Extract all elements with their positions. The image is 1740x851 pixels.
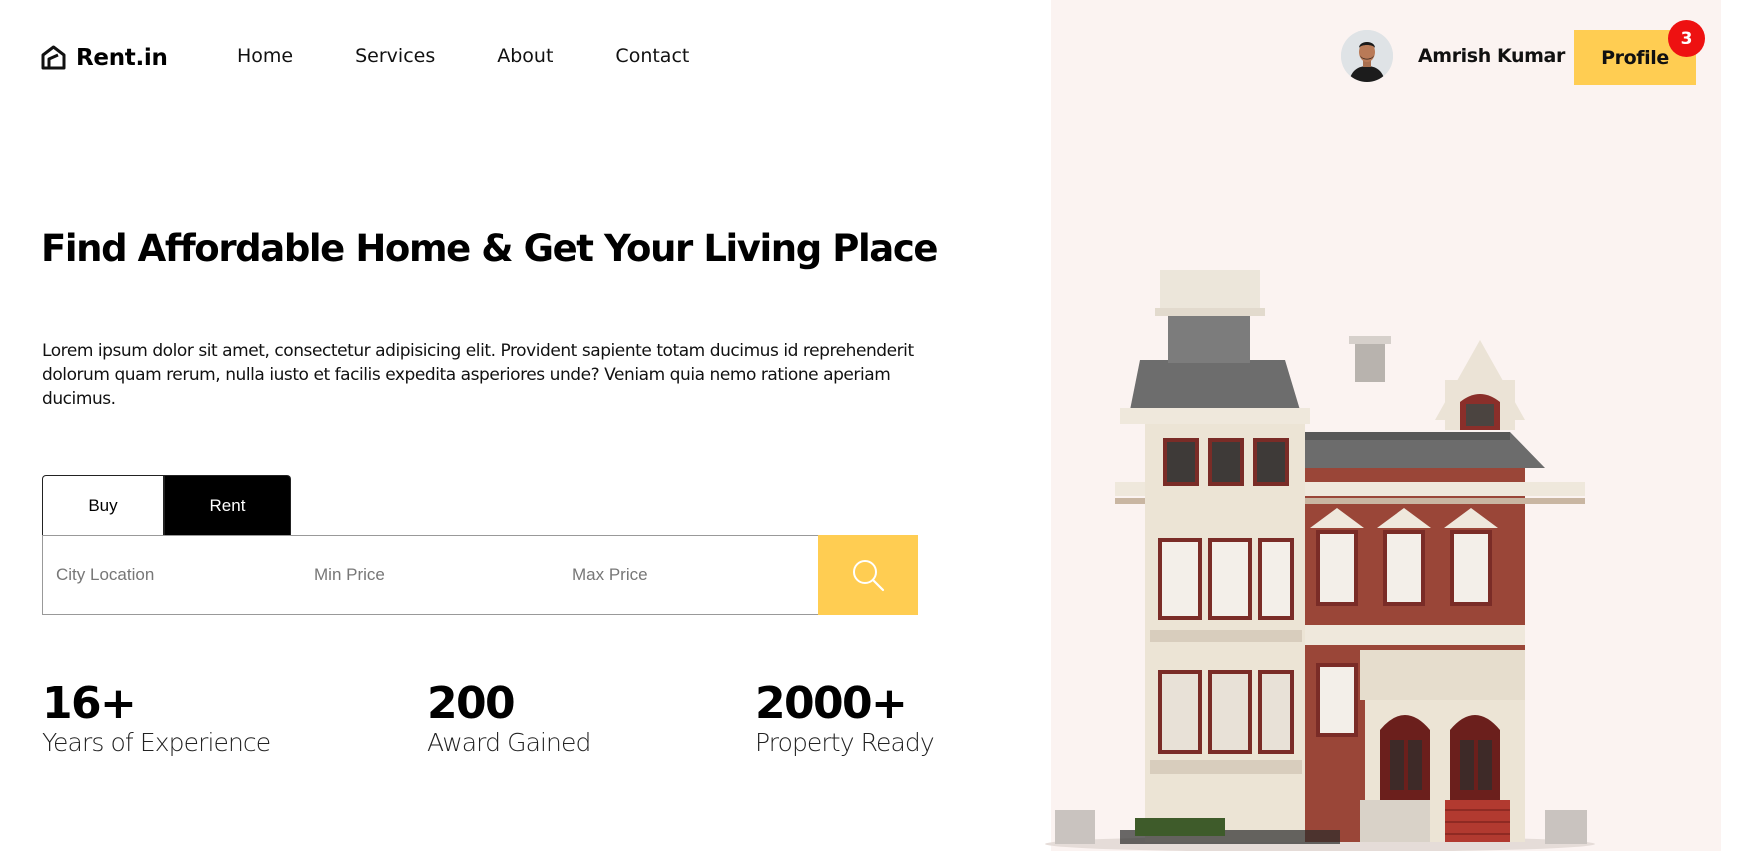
house-logo-icon <box>40 44 67 71</box>
stat-experience: 16+ Years of Experience <box>42 678 271 757</box>
tab-buy[interactable]: Buy <box>42 475 164 535</box>
search-icon <box>853 560 885 592</box>
min-price-input[interactable] <box>301 536 559 614</box>
notification-badge: 3 <box>1668 20 1705 57</box>
max-price-input[interactable] <box>559 536 817 614</box>
stat-value: 16+ <box>42 678 137 729</box>
victorian-house-image <box>1040 270 1600 851</box>
user-avatar[interactable] <box>1341 30 1393 82</box>
nav-about[interactable]: About <box>497 45 553 67</box>
search-button[interactable] <box>818 535 918 615</box>
brand-logo[interactable]: Rent.in <box>40 44 168 71</box>
stat-label: Property Ready <box>755 728 935 757</box>
stat-value: 200 <box>427 678 516 729</box>
nav-home[interactable]: Home <box>237 45 293 67</box>
stat-label: Years of Experience <box>42 728 271 757</box>
search-tabs: Buy Rent <box>42 475 291 535</box>
stat-awards: 200 Award Gained <box>427 678 591 757</box>
hero-title: Find Affordable Home & Get Your Living P… <box>41 227 939 270</box>
user-info[interactable]: Amrish Kumar <box>1341 30 1565 82</box>
city-location-input[interactable] <box>43 536 301 614</box>
stat-value: 2000+ <box>755 678 908 729</box>
hero-description: Lorem ipsum dolor sit amet, consectetur … <box>42 341 914 409</box>
stat-properties: 2000+ Property Ready <box>755 678 935 757</box>
nav-contact[interactable]: Contact <box>615 45 689 67</box>
brand-name: Rent.in <box>76 44 168 71</box>
user-name: Amrish Kumar <box>1418 45 1565 67</box>
search-bar <box>42 535 918 615</box>
stat-label: Award Gained <box>427 728 591 757</box>
tab-rent[interactable]: Rent <box>164 475 291 535</box>
nav-services[interactable]: Services <box>355 45 435 67</box>
main-nav: Home Services About Contact <box>237 45 689 67</box>
